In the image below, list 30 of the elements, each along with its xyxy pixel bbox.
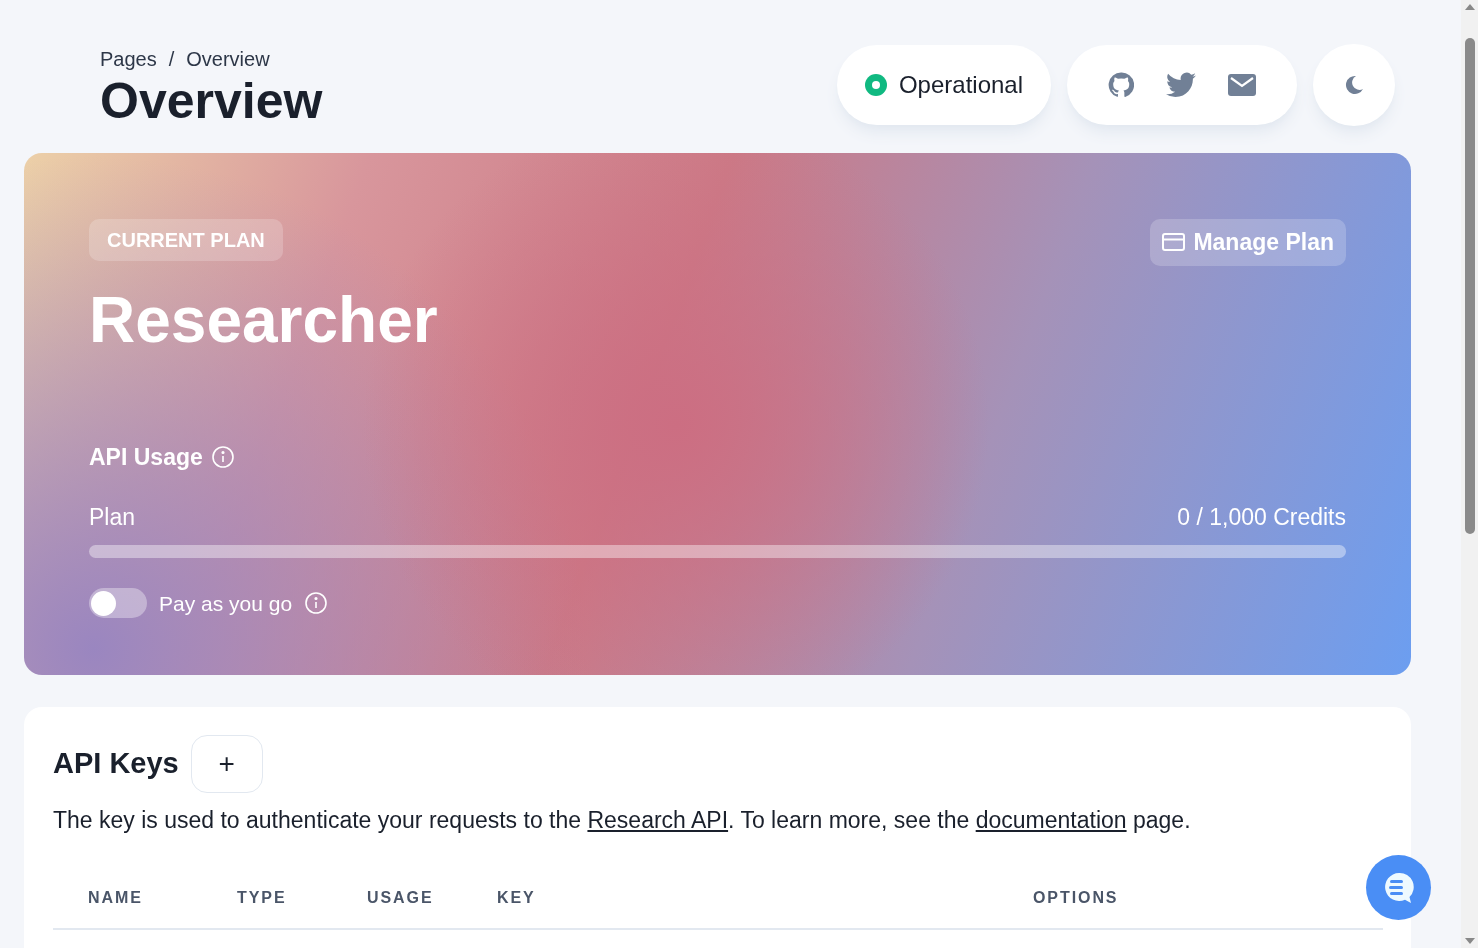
api-keys-description: The key is used to authenticate your requests to the Research API. To learn more, see the documentation page.: [53, 806, 1192, 835]
plan-name: Researcher: [89, 287, 438, 352]
usage-label: Plan: [89, 503, 136, 532]
scrollbar[interactable]: [1461, 0, 1478, 948]
info-icon[interactable]: [304, 591, 329, 616]
page-title: Overview: [100, 74, 323, 129]
info-icon[interactable]: [210, 444, 235, 469]
description-link[interactable]: Research API: [587, 807, 729, 833]
breadcrumb-item[interactable]: Pages: [100, 44, 157, 74]
add-key-button[interactable]: +: [190, 735, 263, 793]
column-header: OPTIONS: [1033, 887, 1120, 908]
status-label: Operational: [898, 70, 1023, 100]
column-header: USAGE: [367, 887, 435, 908]
pay-as-you-go-label: Pay as you go: [159, 590, 293, 617]
column-header: TYPE: [237, 887, 288, 908]
credit-card-icon: [1162, 233, 1186, 252]
api-keys-title: API Keys: [53, 746, 179, 782]
github-icon[interactable]: [1108, 72, 1134, 98]
pay-as-you-go-switch[interactable]: [89, 588, 147, 619]
plan-badge: CURRENT PLAN: [89, 219, 283, 261]
breadcrumb-separator: /: [168, 47, 175, 72]
usage-reading: 0 / 1,000 Credits: [1177, 503, 1346, 532]
twitter-icon[interactable]: [1166, 72, 1196, 98]
breadcrumb-item: Overview: [186, 47, 270, 72]
usage-title: API Usage: [89, 442, 203, 472]
moon-icon: [1344, 75, 1364, 95]
mail-icon[interactable]: [1228, 74, 1256, 96]
column-header: KEY: [497, 887, 537, 908]
column-header: NAME: [88, 887, 144, 908]
description-link[interactable]: documentation: [975, 807, 1127, 833]
